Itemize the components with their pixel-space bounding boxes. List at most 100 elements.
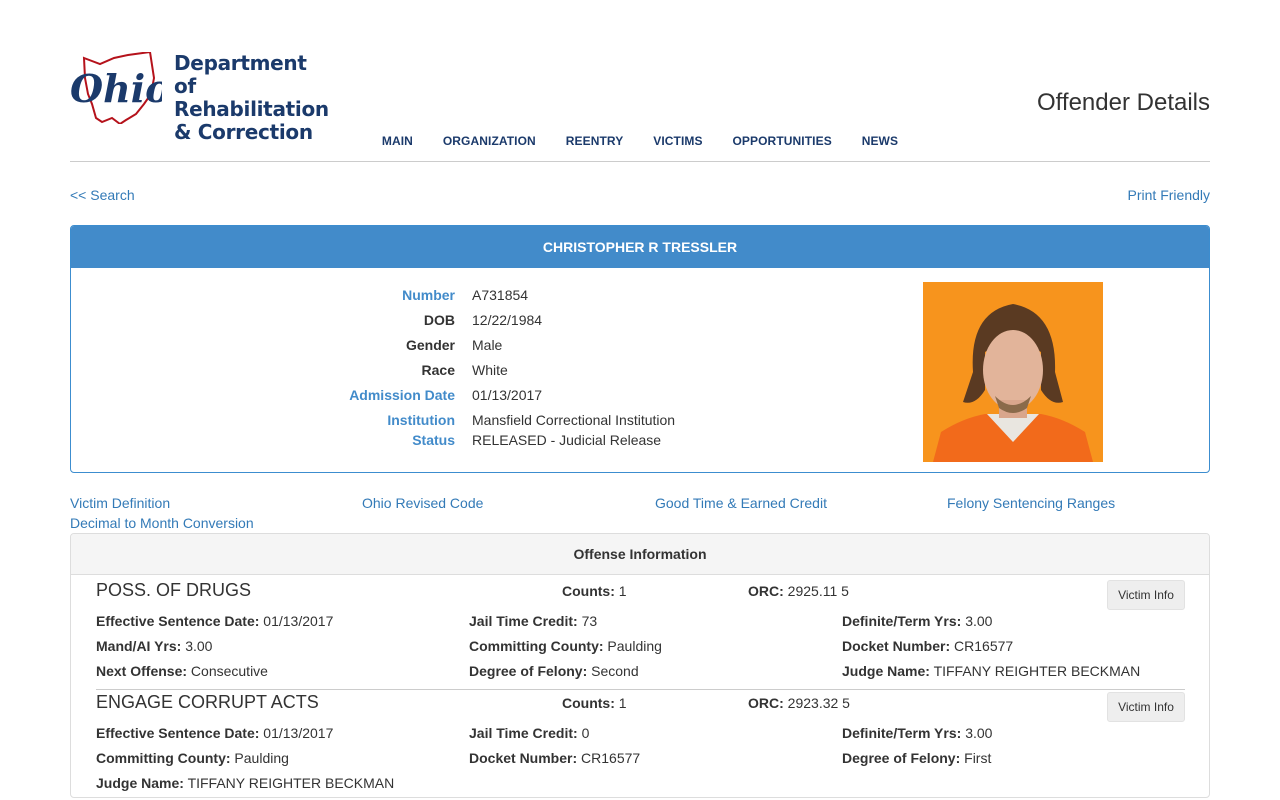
offense-2-field-4: Committing County: Paulding: [96, 750, 289, 766]
detail-label-status[interactable]: Status: [412, 432, 455, 448]
field-label: Jail Time Credit:: [469, 725, 578, 741]
field-value: 0: [581, 725, 590, 741]
offense-2-field-3: Definite/Term Yrs: 3.00: [842, 725, 992, 741]
field-value: TIFFANY REIGHTER BECKMAN: [933, 663, 1141, 679]
offense-2-counts: Counts: 1: [562, 695, 627, 711]
detail-row-institution: Institution Mansfield Correctional Insti…: [71, 412, 871, 432]
field-value: 73: [581, 613, 598, 629]
offense-title-1: POSS. OF DRUGS: [96, 580, 252, 600]
victim-info-button-1[interactable]: Victim Info: [1107, 580, 1185, 610]
field-label: Effective Sentence Date:: [96, 613, 260, 629]
field-value: 3.00: [185, 638, 213, 654]
page: Ohio Department of Rehabilitation & Corr…: [70, 0, 1210, 800]
field-value: Consecutive: [190, 663, 268, 679]
nav-item-organization[interactable]: ORGANIZATION: [443, 134, 536, 148]
offense-2-orc-label: ORC:: [748, 695, 784, 711]
detail-row-status: Status RELEASED - Judicial Release: [71, 432, 871, 452]
detail-value-dob: 12/22/1984: [472, 312, 543, 328]
offense-2-orc: ORC: 2923.32 5: [748, 695, 850, 711]
victim-info-button-2[interactable]: Victim Info: [1107, 692, 1185, 722]
detail-value-race: White: [472, 362, 508, 378]
logo-line-1: Department of: [174, 51, 307, 98]
offense-1-counts-label: Counts:: [562, 583, 615, 599]
field-label: Docket Number:: [842, 638, 951, 654]
offense-title-2: ENGAGE CORRUPT ACTS: [96, 692, 319, 712]
offense-item-2: ENGAGE CORRUPT ACTS Counts: 1 ORC: 2923.…: [96, 692, 1185, 796]
victim-definition-link[interactable]: Victim Definition: [70, 495, 170, 511]
nav-item-news[interactable]: NEWS: [862, 134, 898, 148]
offense-1-counts: Counts: 1: [562, 583, 627, 599]
field-value: CR16577: [581, 750, 641, 766]
offense-1-orc-label: ORC:: [748, 583, 784, 599]
offense-1-field-8: Degree of Felony: Second: [469, 663, 639, 679]
offender-panel: CHRISTOPHER R TRESSLER Number A731854 DO…: [70, 225, 1210, 473]
field-label: Next Offense:: [96, 663, 188, 679]
nav-item-opportunities[interactable]: OPPORTUNITIES: [732, 134, 831, 148]
nav-item-main[interactable]: MAIN: [382, 134, 413, 148]
offense-1-field-7: Next Offense: Consecutive: [96, 663, 268, 679]
nav-item-victims[interactable]: VICTIMS: [653, 134, 702, 148]
field-label: Judge Name:: [842, 663, 930, 679]
field-value: Paulding: [607, 638, 662, 654]
good-time-earned-credit-link[interactable]: Good Time & Earned Credit: [655, 495, 827, 511]
felony-sentencing-ranges-link[interactable]: Felony Sentencing Ranges: [947, 495, 1115, 511]
offense-2-field-6: Degree of Felony: First: [842, 750, 991, 766]
offense-1-field-2: Jail Time Credit: 73: [469, 613, 597, 629]
detail-label-institution[interactable]: Institution: [387, 412, 455, 428]
offender-name: CHRISTOPHER R TRESSLER: [71, 226, 1209, 268]
detail-value-status: RELEASED - Judicial Release: [472, 432, 662, 448]
field-value: TIFFANY REIGHTER BECKMAN: [187, 775, 395, 791]
detail-value-gender: Male: [472, 337, 503, 353]
decimal-to-month-conversion-link[interactable]: Decimal to Month Conversion: [70, 515, 254, 531]
offense-1-orc: ORC: 2925.11 5: [748, 583, 849, 599]
offense-2-counts-value: 1: [618, 695, 627, 711]
ohio-state-outline-icon: Ohio: [70, 52, 162, 124]
detail-label-dob: DOB: [423, 312, 455, 328]
offense-1-field-9: Judge Name: TIFFANY REIGHTER BECKMAN: [842, 663, 1140, 679]
field-value: Second: [591, 663, 639, 679]
field-value: First: [964, 750, 992, 766]
field-label: Degree of Felony:: [842, 750, 961, 766]
field-label: Judge Name:: [96, 775, 184, 791]
offense-2-field-7: Judge Name: TIFFANY REIGHTER BECKMAN: [96, 775, 394, 791]
field-value: CR16577: [954, 638, 1014, 654]
page-title: Offender Details: [1037, 89, 1210, 116]
field-label: Effective Sentence Date:: [96, 725, 260, 741]
offender-portrait-image: [923, 282, 1103, 462]
detail-value-number: A731854: [472, 287, 529, 303]
field-label: Definite/Term Yrs:: [842, 725, 962, 741]
offense-1-field-4: Mand/AI Yrs: 3.00: [96, 638, 212, 654]
offense-1-counts-value: 1: [618, 583, 627, 599]
field-label: Degree of Felony:: [469, 663, 588, 679]
offense-1-field-5: Committing County: Paulding: [469, 638, 662, 654]
detail-row-race: Race White: [71, 362, 871, 382]
detail-label-admission-date[interactable]: Admission Date: [349, 387, 455, 403]
offense-item-1: POSS. OF DRUGS Counts: 1 ORC: 2925.11 5 …: [96, 580, 1185, 686]
offense-2-field-5: Docket Number: CR16577: [469, 750, 640, 766]
detail-row-number: Number A731854: [71, 287, 871, 307]
offense-1-orc-value: 2925.11 5: [787, 583, 849, 599]
field-value: 3.00: [965, 613, 993, 629]
offense-1-field-3: Definite/Term Yrs: 3.00: [842, 613, 992, 629]
logo-line-2: Rehabilitation: [174, 97, 329, 121]
odrc-logo[interactable]: Ohio Department of Rehabilitation & Corr…: [70, 51, 330, 144]
field-label: Jail Time Credit:: [469, 613, 578, 629]
print-friendly-link[interactable]: Print Friendly: [1128, 187, 1210, 203]
offense-2-counts-label: Counts:: [562, 695, 615, 711]
ohio-revised-code-link[interactable]: Ohio Revised Code: [362, 495, 483, 511]
back-to-search-link[interactable]: << Search: [70, 187, 135, 203]
detail-row-admission-date: Admission Date 01/13/2017: [71, 387, 871, 407]
detail-label-number[interactable]: Number: [402, 287, 455, 303]
detail-value-institution: Mansfield Correctional Institution: [472, 412, 676, 428]
offense-1-field-1: Effective Sentence Date: 01/13/2017: [96, 613, 333, 629]
nav-item-reentry[interactable]: REENTRY: [566, 134, 624, 148]
nav-divider: [70, 161, 1210, 162]
detail-label-gender: Gender: [405, 337, 455, 353]
detail-value-admission-date: 01/13/2017: [472, 387, 543, 403]
logo-ohio-word: Ohio: [70, 66, 162, 111]
field-label: Definite/Term Yrs:: [842, 613, 962, 629]
offense-1-field-6: Docket Number: CR16577: [842, 638, 1013, 654]
field-label: Mand/AI Yrs:: [96, 638, 182, 654]
detail-label-race: Race: [421, 362, 455, 378]
field-label: Docket Number:: [469, 750, 578, 766]
